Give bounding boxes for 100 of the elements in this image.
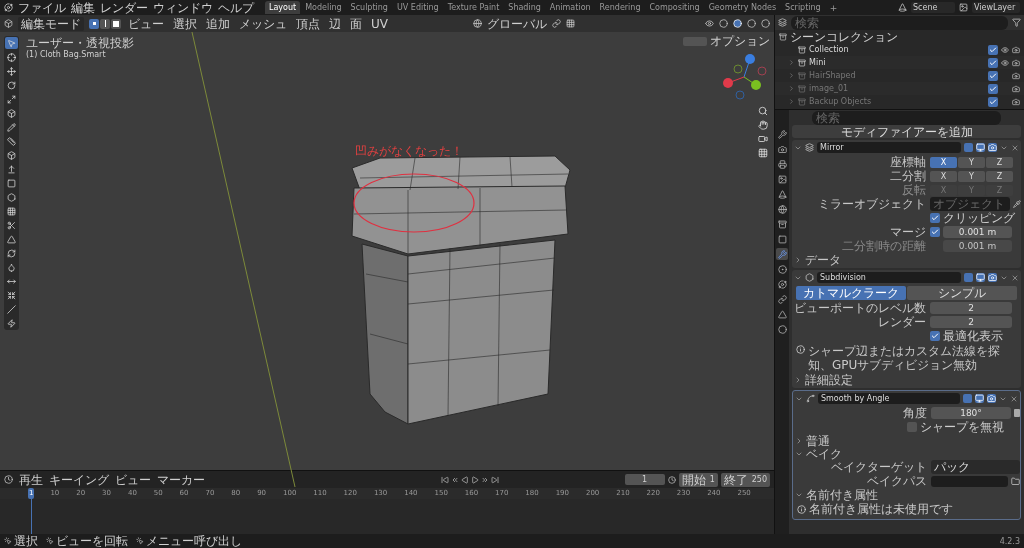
checkbox[interactable]: [988, 70, 998, 81]
angle-field[interactable]: 180°: [931, 407, 1011, 419]
orientation-icon[interactable]: [473, 19, 482, 28]
subpanel-title[interactable]: 名前付き属性: [806, 487, 878, 502]
pencil-icon[interactable]: [5, 121, 18, 133]
scene-field[interactable]: Scene: [911, 2, 955, 13]
printer-icon[interactable]: [776, 158, 788, 170]
axis-toggle[interactable]: X: [930, 156, 957, 168]
menu-item[interactable]: メッシュ: [237, 16, 289, 31]
camera-icon[interactable]: [1012, 45, 1020, 54]
menu-item[interactable]: キーイング: [49, 472, 109, 487]
monitor-icon[interactable]: [975, 394, 984, 403]
edit-mode-toggle[interactable]: [964, 273, 973, 282]
menu-item[interactable]: ヘルプ: [218, 0, 254, 15]
edit-mode-toggle[interactable]: [964, 143, 973, 152]
chevron-icon[interactable]: [794, 255, 802, 264]
pivot-icon[interactable]: [552, 19, 561, 28]
chevron-icon[interactable]: [795, 436, 803, 445]
menu-item[interactable]: 追加: [204, 16, 232, 31]
subpanel-title[interactable]: データ: [805, 252, 841, 267]
workspace-tab[interactable]: Rendering: [595, 1, 645, 14]
camera-icon[interactable]: [1012, 84, 1020, 93]
visibility-icon[interactable]: [705, 19, 714, 28]
checkbox[interactable]: [988, 44, 998, 55]
checkbox[interactable]: [930, 331, 940, 341]
editor-type-icon[interactable]: [4, 19, 13, 28]
subpanel-title[interactable]: 普通: [806, 433, 830, 448]
face-select-icon[interactable]: [111, 18, 121, 29]
sphere-icon[interactable]: [776, 323, 788, 335]
eye-icon[interactable]: [1001, 45, 1009, 54]
outliner-item[interactable]: Collection: [809, 44, 985, 55]
wrench-icon[interactable]: [776, 128, 788, 140]
crosshair-icon[interactable]: [5, 51, 18, 63]
display-mode-icon[interactable]: [778, 18, 787, 27]
menu-item[interactable]: ファイル: [18, 0, 66, 15]
checkbox[interactable]: [930, 227, 940, 237]
particles-icon[interactable]: [776, 263, 788, 275]
outliner-item[interactable]: Mini: [809, 57, 985, 68]
lightning-icon[interactable]: [5, 317, 18, 329]
checkbox[interactable]: [930, 213, 940, 223]
number-field[interactable]: 2: [930, 302, 1012, 314]
axis-gizmo-drawing[interactable]: [723, 54, 767, 100]
menu-item[interactable]: 選択: [171, 16, 199, 31]
axis-toggle[interactable]: Z: [986, 170, 1013, 182]
menu-item[interactable]: 編集: [71, 0, 95, 15]
axis-toggle[interactable]: Y: [958, 170, 985, 182]
modifier-name-field[interactable]: Mirror: [817, 142, 961, 153]
checkbox[interactable]: [988, 83, 998, 94]
image-icon[interactable]: [776, 173, 788, 185]
hand-icon[interactable]: [758, 120, 768, 130]
close-icon[interactable]: [1011, 273, 1019, 282]
triangle-icon[interactable]: [5, 233, 18, 245]
monitor-icon[interactable]: [976, 143, 985, 152]
view-layer-field[interactable]: ViewLayer: [972, 2, 1020, 13]
axis-toggle[interactable]: X: [930, 170, 957, 182]
add-modifier-button[interactable]: モディファイアーを追加: [792, 125, 1021, 138]
menu-item[interactable]: ウィンドウ: [153, 0, 213, 15]
workspace-tab[interactable]: Texture Paint: [443, 1, 504, 14]
droplet-icon[interactable]: [5, 261, 18, 273]
number-field[interactable]: 0.001 m: [943, 226, 1012, 238]
chevron-icon[interactable]: [794, 375, 802, 384]
grid-icon[interactable]: [758, 148, 768, 158]
modifier-name-field[interactable]: Subdivision: [817, 272, 961, 283]
wrench-icon[interactable]: [776, 248, 788, 260]
options-dropdown[interactable]: オプション: [710, 34, 770, 48]
workspace-tab[interactable]: Layout: [265, 1, 301, 14]
checkbox[interactable]: [988, 57, 998, 68]
menu-item[interactable]: UV: [369, 16, 390, 31]
camera-icon[interactable]: [776, 143, 788, 155]
method-tab[interactable]: シンプル: [907, 286, 1017, 300]
cursor-arrow-icon[interactable]: [5, 37, 18, 49]
current-frame-field[interactable]: 1: [624, 474, 665, 485]
link-icon[interactable]: [776, 293, 788, 305]
square-icon[interactable]: [5, 177, 18, 189]
scene-icon[interactable]: [898, 3, 907, 12]
ruler-icon[interactable]: [5, 135, 18, 147]
menu-item[interactable]: マーカー: [157, 472, 205, 487]
scale-icon[interactable]: [5, 93, 18, 105]
box-icon[interactable]: [776, 218, 788, 230]
next-key-icon[interactable]: [481, 475, 489, 484]
menu-item[interactable]: 辺: [327, 16, 343, 31]
extrude-icon[interactable]: [5, 163, 18, 175]
axis-toggle[interactable]: Z: [986, 156, 1013, 168]
slash-icon[interactable]: [5, 303, 18, 315]
workspace-tab[interactable]: UV Editing: [392, 1, 443, 14]
subpanel-title[interactable]: 詳細設定: [805, 372, 853, 387]
grid-icon[interactable]: [5, 205, 18, 217]
cone-icon[interactable]: [776, 188, 788, 200]
overlay-icon[interactable]: [719, 19, 728, 28]
number-field[interactable]: 2: [930, 316, 1012, 328]
move-icon[interactable]: [5, 65, 18, 77]
end-frame[interactable]: 250: [751, 473, 767, 486]
axis-toggle[interactable]: Y: [958, 156, 985, 168]
checkbox[interactable]: [907, 422, 917, 432]
menu-item[interactable]: ビュー: [115, 472, 151, 487]
material-shading-icon[interactable]: [747, 19, 756, 28]
zoom-icon[interactable]: [758, 106, 768, 116]
video-camera-icon[interactable]: [758, 134, 768, 144]
filter-icon[interactable]: [1012, 18, 1021, 27]
shading-icon[interactable]: [733, 19, 742, 28]
